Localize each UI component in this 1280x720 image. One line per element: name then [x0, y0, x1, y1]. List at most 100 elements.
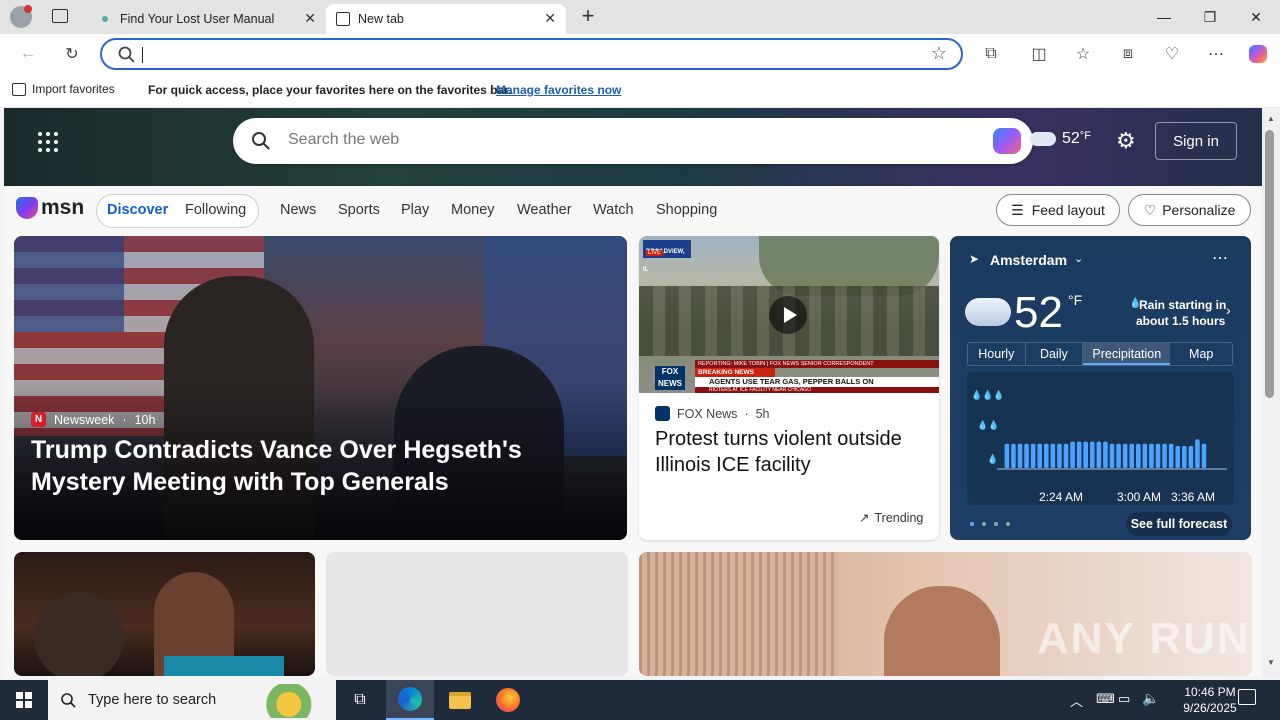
network-icon[interactable]: ▭	[1118, 691, 1130, 707]
nav-shopping[interactable]: Shopping	[656, 202, 717, 218]
carousel-dots[interactable]	[970, 522, 1010, 526]
msn-logo[interactable]: msn	[16, 196, 84, 220]
clock[interactable]: 10:46 PM 9/26/2025	[1172, 684, 1248, 716]
precip-bar	[1030, 443, 1036, 468]
collections-icon[interactable]: ⧈	[1114, 40, 1142, 68]
nav-sports[interactable]: Sports	[338, 202, 380, 218]
tab-user-manual[interactable]: Find Your Lost User Manual ✕	[88, 4, 326, 34]
cloud-icon	[1030, 132, 1056, 146]
nav-watch[interactable]: Watch	[593, 202, 634, 218]
copilot-search-icon[interactable]	[993, 128, 1021, 154]
rain-forecast-line1: Rain starting in	[1139, 298, 1227, 312]
precip-bar	[1076, 441, 1082, 468]
search-highlight-image	[260, 684, 332, 718]
play-button-icon[interactable]	[769, 296, 807, 334]
nav-play[interactable]: Play	[401, 202, 429, 218]
hero-banner: Search the web 52°F ⚙ Sign in	[4, 108, 1262, 186]
scroll-up-icon[interactable]: ▲	[1267, 114, 1275, 123]
msn-nav-bar: msn Discover Following News Sports Play …	[4, 186, 1262, 236]
tab-discover[interactable]: Discover	[107, 202, 168, 218]
chevron-down-icon[interactable]: ⌄	[1074, 252, 1083, 265]
minimize-button[interactable]: —	[1141, 0, 1187, 34]
sign-in-button[interactable]: Sign in	[1155, 122, 1237, 160]
nav-news[interactable]: News	[280, 202, 316, 218]
taskbar-search-box[interactable]: Type here to search	[48, 680, 336, 720]
nav-weather[interactable]: Weather	[517, 202, 572, 218]
extensions-icon[interactable]: ⧉	[977, 40, 1005, 68]
personalize-button[interactable]: ♡ Personalize	[1128, 194, 1251, 226]
restore-button[interactable]: ❐	[1187, 0, 1233, 34]
web-search-box[interactable]: Search the web	[233, 118, 1033, 164]
msn-new-tab-page: Search the web 52°F ⚙ Sign in msn Discov…	[4, 108, 1262, 676]
weather-tab-daily[interactable]: Daily	[1026, 343, 1084, 365]
video-thumbnail: BROADVIEW, IL LIVE REPORTING: MIKE TOBIN …	[639, 236, 939, 393]
scroll-down-icon[interactable]: ▼	[1267, 658, 1275, 667]
msn-butterfly-icon	[16, 197, 38, 219]
close-tab-icon[interactable]: ✕	[544, 10, 556, 27]
precip-bar	[1149, 443, 1154, 468]
location-badge: BROADVIEW, IL LIVE	[643, 240, 691, 273]
file-explorer-icon[interactable]	[436, 680, 484, 720]
import-favorites-button[interactable]: Import favorites	[12, 82, 115, 96]
live-text: LIVE	[646, 250, 664, 256]
curtain-pattern	[639, 552, 839, 676]
personalize-label: Personalize	[1162, 202, 1236, 218]
nav-money[interactable]: Money	[451, 202, 495, 218]
settings-more-icon[interactable]: ⋯	[1202, 40, 1230, 68]
close-tab-icon[interactable]: ✕	[304, 10, 316, 27]
time-label: 2:24 AM	[1039, 490, 1084, 504]
copilot-icon[interactable]	[1244, 40, 1272, 68]
firefox-icon[interactable]	[484, 680, 532, 720]
feed-layout-button[interactable]: ☰ Feed layout	[996, 194, 1120, 226]
search-placeholder: Search the web	[288, 131, 400, 148]
more-options-icon[interactable]: ⋯	[1212, 248, 1228, 268]
address-bar[interactable]: ☆	[100, 38, 963, 70]
device-icon[interactable]: ⌨	[1096, 691, 1115, 707]
notifications-icon[interactable]	[1238, 689, 1256, 705]
show-hidden-icons[interactable]: ︿	[1070, 691, 1083, 710]
weather-tabs: Hourly Daily Precipitation Map	[967, 342, 1233, 366]
refresh-button[interactable]: ↻	[58, 40, 86, 68]
new-tab-button[interactable]: +	[576, 4, 600, 30]
favorites-icon[interactable]: ☆	[1069, 40, 1097, 68]
chevron-right-icon[interactable]: ›	[1226, 302, 1231, 318]
video-story-card[interactable]: BROADVIEW, IL LIVE REPORTING: MIKE TOBIN …	[639, 236, 939, 540]
story-source: Newsweek	[54, 412, 115, 427]
scroll-thumb[interactable]	[1265, 130, 1274, 398]
precip-bar	[1017, 443, 1023, 468]
tab-following[interactable]: Following	[185, 202, 246, 218]
story-image-card[interactable]	[14, 552, 315, 676]
split-screen-icon[interactable]: ◫	[1025, 40, 1053, 68]
precip-bar	[1011, 443, 1016, 468]
back-button[interactable]: ←	[14, 40, 42, 68]
weather-card[interactable]: ➤ Amsterdam ⌄ ⋯ 52 °F 💧 Rain starting in…	[950, 236, 1251, 540]
volume-icon[interactable]: 🔈	[1142, 690, 1159, 707]
weather-tab-map[interactable]: Map	[1170, 343, 1232, 365]
person-silhouette	[34, 592, 124, 676]
favorite-star-icon[interactable]: ☆	[931, 43, 947, 64]
edge-taskbar-icon[interactable]	[386, 680, 434, 720]
page-settings-icon[interactable]: ⚙	[1116, 128, 1136, 154]
tab-actions-icon[interactable]	[52, 9, 68, 23]
browser-essentials-icon[interactable]: ♡	[1158, 40, 1186, 68]
manage-favorites-link[interactable]: Manage favorites now	[496, 83, 621, 97]
story-image-card[interactable]: ANY RUN	[639, 552, 1252, 676]
weather-city[interactable]: Amsterdam	[990, 252, 1067, 268]
weather-tab-hourly[interactable]: Hourly	[968, 343, 1026, 365]
trending-icon: ↗	[859, 511, 870, 525]
start-button[interactable]	[0, 680, 48, 720]
location-arrow-icon: ➤	[969, 252, 980, 266]
weather-tab-precipitation[interactable]: Precipitation	[1083, 343, 1171, 365]
vertical-scrollbar[interactable]: ▲ ▼	[1262, 108, 1280, 676]
story-headline[interactable]: Trump Contradicts Vance Over Hegseth's M…	[31, 434, 611, 498]
apps-launcher-icon[interactable]	[38, 132, 58, 152]
task-view-icon[interactable]: ⧉	[336, 680, 384, 720]
search-icon	[118, 46, 135, 63]
story-placeholder-card[interactable]	[326, 552, 628, 676]
see-full-forecast-button[interactable]: See full forecast	[1126, 512, 1232, 536]
close-window-button[interactable]: ✕	[1233, 0, 1279, 34]
profile-icon[interactable]	[10, 5, 32, 28]
main-story-card[interactable]: N Newsweek · 10h Trump Contradicts Vance…	[14, 236, 627, 540]
story-headline[interactable]: Protest turns violent outside Illinois I…	[655, 426, 925, 478]
tab-new-tab[interactable]: New tab ✕	[326, 4, 566, 34]
